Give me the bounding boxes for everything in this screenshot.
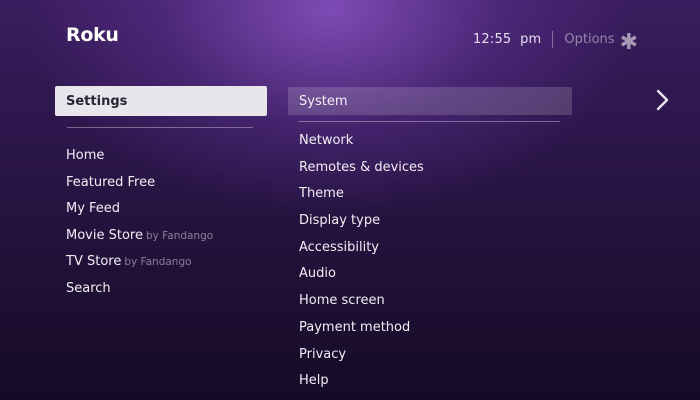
settings-item-accessibility[interactable]: Accessibility — [299, 235, 572, 262]
settings-item-theme[interactable]: Theme — [299, 181, 572, 208]
menu-item-settings[interactable]: Settings — [55, 86, 267, 116]
settings-item-audio[interactable]: Audio — [299, 261, 572, 288]
menu-item-search[interactable]: Search — [66, 276, 267, 303]
asterisk-icon: ✱ — [619, 30, 638, 55]
main-menu-list: Home Featured Free My Feed Movie Store by… — [55, 143, 267, 303]
menu-divider — [67, 127, 253, 128]
settings-item-home-screen[interactable]: Home screen — [299, 288, 572, 315]
menu-item-label: Home — [66, 148, 105, 163]
chevron-right-icon[interactable] — [652, 88, 674, 112]
top-bar: 12:55 pm Options ✱ — [472, 30, 638, 55]
settings-menu: System Network Remotes & devices Theme D… — [288, 87, 572, 395]
menu-item-label: Search — [66, 280, 111, 296]
menu-item-label: Movie Store — [66, 227, 143, 243]
menu-item-my-feed[interactable]: My Feed — [66, 196, 267, 223]
settings-item-remotes-devices[interactable]: Remotes & devices — [299, 155, 572, 182]
settings-item-help[interactable]: Help — [299, 368, 572, 395]
roku-logo: Roku — [66, 24, 119, 46]
settings-item-display-type[interactable]: Display type — [299, 208, 572, 235]
menu-item-subtitle: by Fandango — [145, 229, 214, 242]
menu-item-label: TV Store — [66, 254, 122, 270]
settings-divider — [298, 121, 560, 122]
settings-item-network[interactable]: Network — [299, 128, 572, 155]
menu-item-tv-store[interactable]: TV Store by Fandango — [66, 249, 267, 276]
menu-item-featured-free[interactable]: Featured Free — [66, 170, 267, 197]
top-bar-divider — [552, 31, 554, 48]
settings-list: Network Remotes & devices Theme Display … — [288, 128, 572, 395]
menu-item-label: Featured Free — [66, 174, 156, 190]
options-button[interactable]: Options ✱ — [564, 30, 638, 55]
settings-item-privacy[interactable]: Privacy — [299, 342, 572, 369]
menu-item-subtitle: by Fandango — [124, 256, 192, 269]
main-menu: Settings Home Featured Free My Feed Movi… — [55, 86, 267, 303]
settings-item-system[interactable]: System — [288, 87, 572, 115]
menu-item-home[interactable]: Home — [66, 143, 267, 170]
menu-item-movie-store[interactable]: Movie Store by Fandango — [66, 223, 267, 250]
menu-item-label: My Feed — [66, 201, 121, 217]
options-label: Options — [564, 32, 615, 47]
settings-item-payment-method[interactable]: Payment method — [299, 315, 572, 342]
clock: 12:55 pm — [472, 32, 542, 47]
